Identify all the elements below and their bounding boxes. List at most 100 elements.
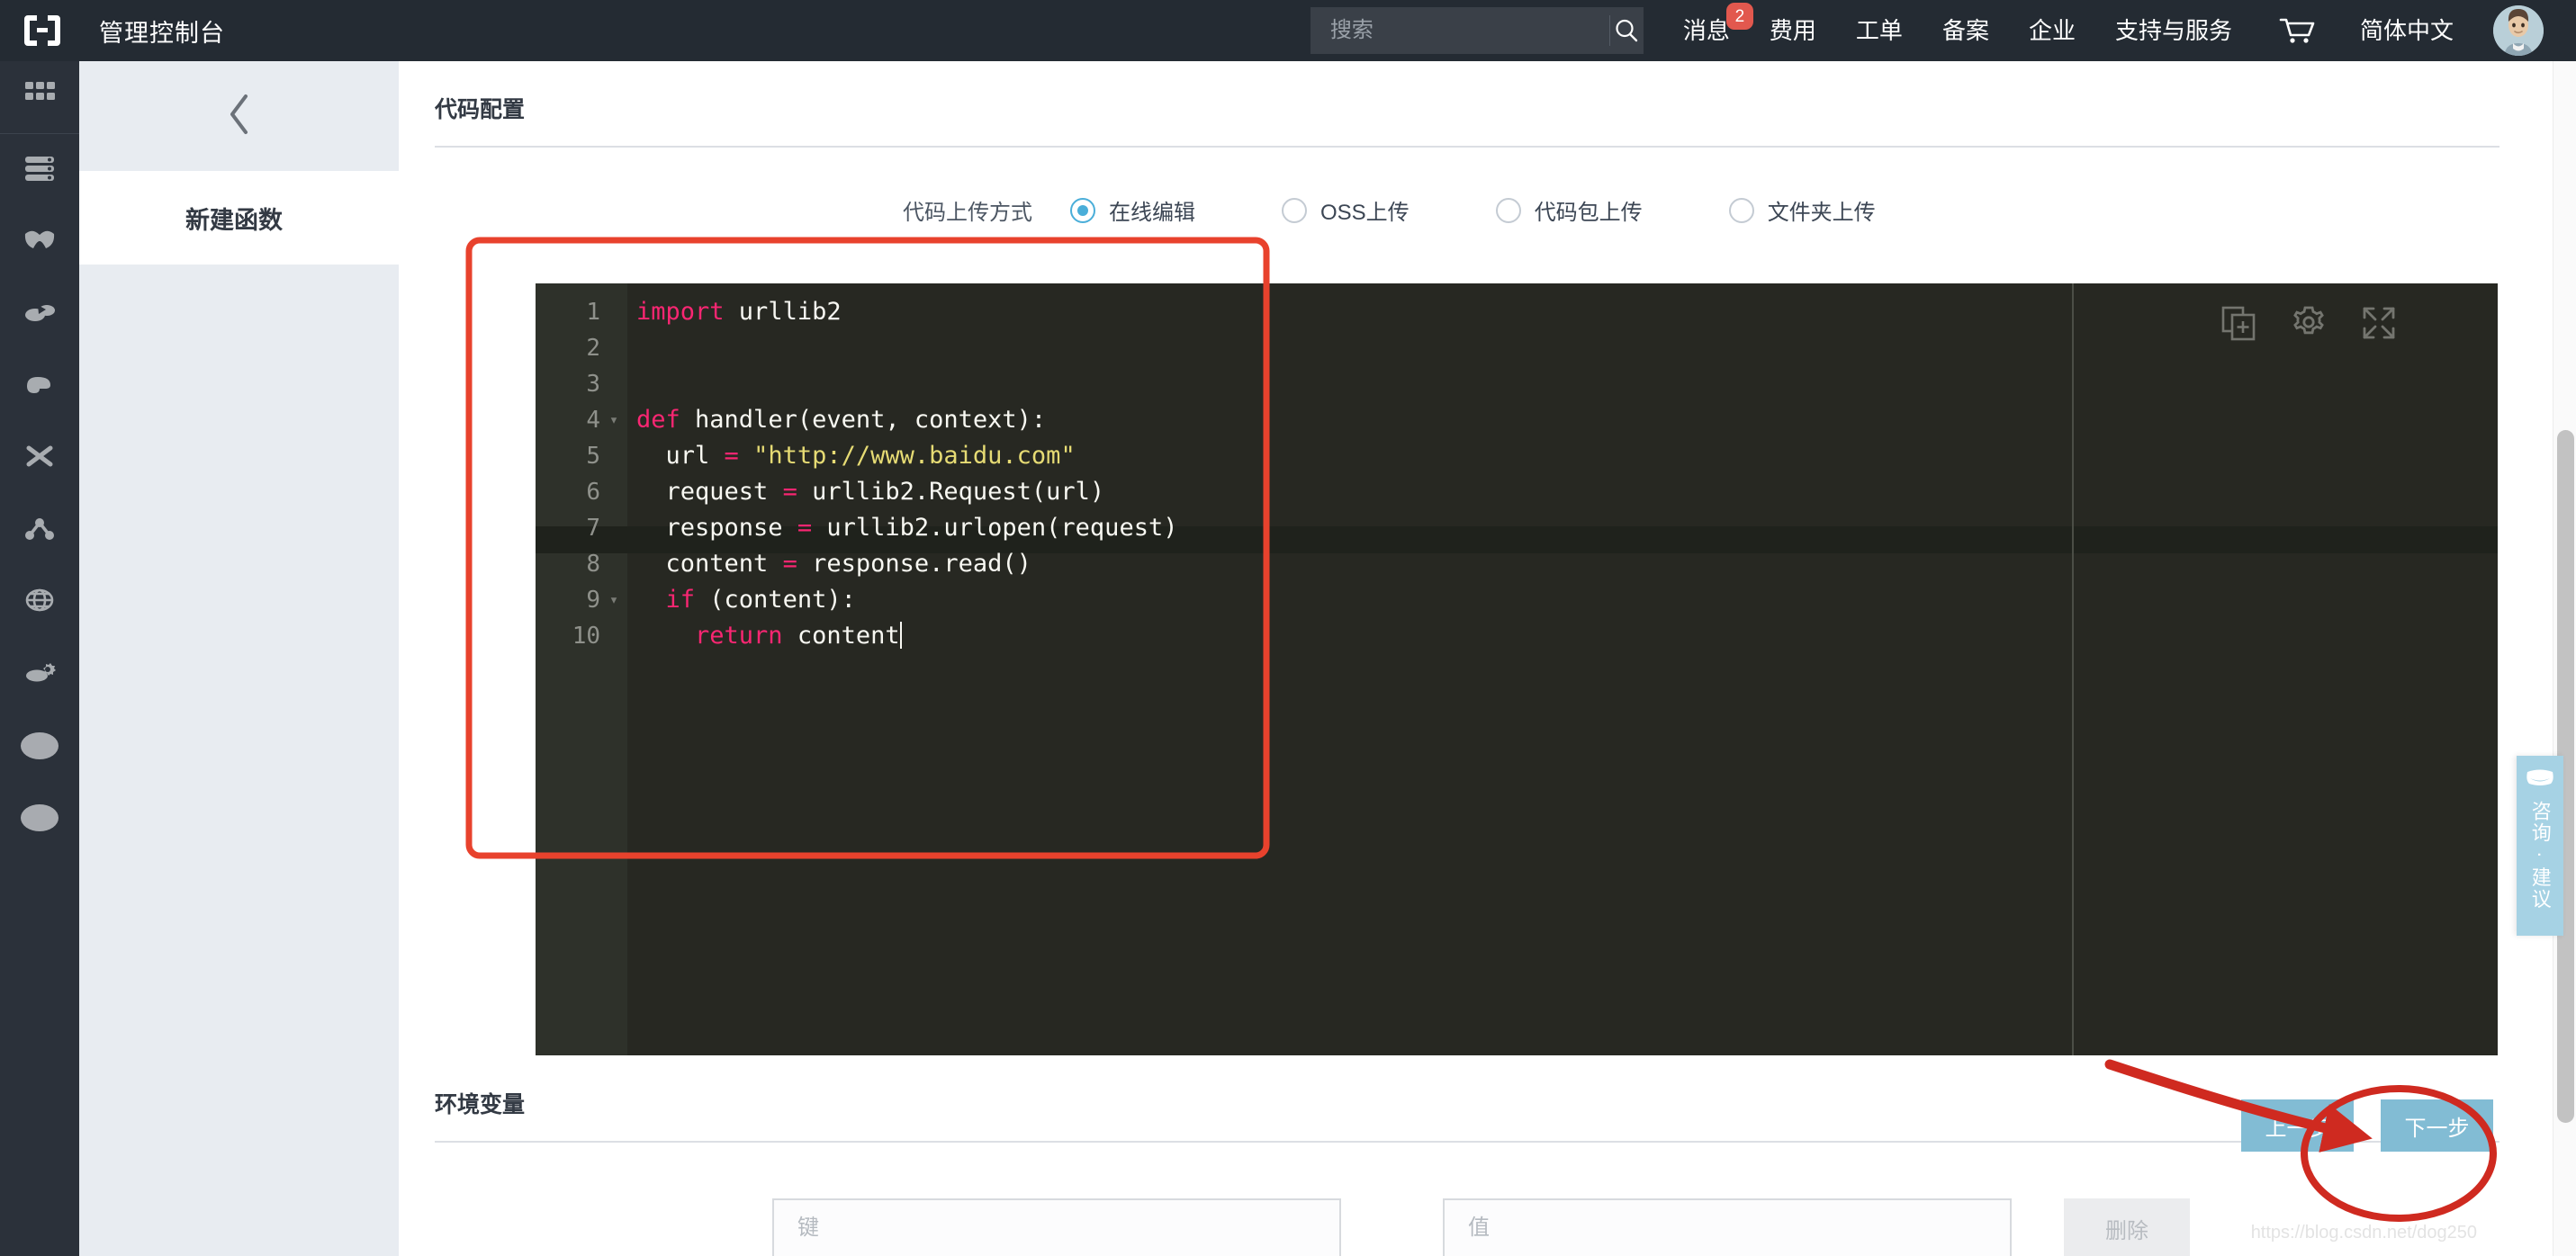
consult-suggestion-tab[interactable]: 咨询 · 建议	[2517, 756, 2563, 936]
global-search[interactable]	[1310, 7, 1644, 54]
gear-icon[interactable]	[2289, 303, 2328, 347]
page-title: 管理控制台	[99, 19, 225, 47]
code-line: 5 url = "http://www.baidu.com"	[536, 438, 2498, 474]
ellipse-icon	[21, 732, 59, 759]
code-text: if (content):	[665, 586, 856, 614]
radio-label: OSS上传	[1320, 201, 1410, 225]
watermark-text: https://blog.csdn.net/dog250	[2250, 1223, 2477, 1243]
code-text: content = response.read()	[636, 550, 1031, 578]
nav-item-messages[interactable]: 消息 2	[1682, 3, 1753, 44]
code-fold-toggle[interactable]: ▾	[608, 402, 620, 438]
line-number: 4	[586, 407, 600, 434]
left-icon-rail	[0, 61, 79, 1256]
page-scrollbar[interactable]	[2553, 61, 2576, 1256]
env-var-row: 删除	[399, 1198, 2576, 1256]
rail-item-nodes[interactable]	[0, 494, 79, 566]
message-count-badge: 2	[1725, 3, 1753, 30]
fullscreen-expand-icon[interactable]	[2359, 303, 2399, 347]
code-text: import urllib2	[636, 298, 842, 326]
globe-network-icon	[20, 582, 59, 623]
cloud-gear-icon	[20, 654, 59, 695]
radio-indicator	[1495, 197, 1521, 223]
user-avatar-icon[interactable]	[2493, 5, 2544, 56]
upload-method-radio-group: 代码上传方式 在线编辑 OSS上传 代码包上传 文件夹上传	[399, 194, 2576, 226]
code-fold-toggle[interactable]: ▾	[608, 582, 620, 618]
nav-item-billing[interactable]: 费用	[1770, 19, 1816, 42]
shopping-cart-icon[interactable]	[2279, 16, 2315, 45]
rail-item-network[interactable]	[0, 422, 79, 494]
code-text: response = urllib2.urlopen(request)	[636, 514, 1178, 542]
chat-bubble-icon	[2525, 767, 2555, 794]
delete-env-var-button[interactable]: 删除	[2064, 1198, 2190, 1256]
code-line: 1 import urllib2	[536, 294, 2498, 330]
rail-item-cloud-settings[interactable]	[0, 638, 79, 710]
line-number: 10	[572, 623, 600, 650]
line-number: 6	[586, 479, 600, 506]
nav-item-tickets[interactable]: 工单	[1856, 19, 1903, 42]
rail-item-all-products[interactable]	[0, 61, 79, 133]
language-selector[interactable]: 简体中文	[2360, 19, 2454, 42]
sidebar-section-title: 新建函数	[79, 171, 399, 265]
nav-item-enterprise[interactable]: 企业	[2029, 19, 2076, 42]
brackets-logo-icon[interactable]	[22, 10, 63, 51]
code-editor[interactable]: 1 import urllib2 2 3 4 ▾ def handler(event, co…	[536, 283, 2498, 1055]
search-input[interactable]	[1310, 18, 1609, 43]
nodes-graph-icon	[20, 510, 59, 551]
consult-tab-label: 咨询 · 建议	[2528, 800, 2552, 911]
server-stack-icon	[20, 150, 59, 191]
code-text: request = urllib2.Request(url)	[636, 478, 1105, 506]
database-icon	[20, 366, 59, 407]
wizard-step-buttons: 上一步 下一步	[2241, 1099, 2493, 1152]
cloud-storage-icon	[20, 294, 59, 335]
code-text: url = "http://www.baidu.com"	[636, 442, 1076, 470]
code-text: return content	[695, 622, 902, 650]
search-icon[interactable]	[1610, 7, 1644, 54]
code-line: 3	[536, 366, 2498, 402]
code-line: 7 response = urllib2.urlopen(request)	[536, 510, 2498, 546]
line-number: 7	[586, 515, 600, 542]
grid-apps-icon	[21, 76, 59, 119]
code-text: def handler(event, context):	[636, 406, 1047, 434]
radio-oss-upload[interactable]: OSS上传	[1282, 194, 1410, 226]
radio-label: 代码包上传	[1534, 201, 1643, 225]
rail-item-servers[interactable]	[0, 134, 79, 206]
shield-security-icon	[20, 222, 59, 263]
editor-code-lines[interactable]: 1 import urllib2 2 3 4 ▾ def handler(event, co…	[536, 294, 2498, 654]
rail-item-security[interactable]	[0, 206, 79, 278]
nav-item-icp[interactable]: 备案	[1942, 19, 1989, 42]
radio-label: 在线编辑	[1109, 201, 1195, 225]
line-number: 5	[586, 443, 600, 470]
editor-toolbar	[2219, 303, 2399, 347]
env-value-input[interactable]	[1443, 1198, 2012, 1256]
rail-item-cloud-storage[interactable]	[0, 278, 79, 350]
line-number: 3	[586, 371, 600, 398]
line-number: 9	[586, 587, 600, 614]
code-config-rule	[435, 146, 2499, 148]
next-step-button[interactable]: 下一步	[2381, 1099, 2493, 1152]
radio-online-edit[interactable]: 在线编辑	[1070, 194, 1195, 226]
previous-step-button[interactable]: 上一步	[2241, 1099, 2354, 1152]
radio-indicator	[1282, 197, 1307, 223]
env-key-input[interactable]	[772, 1198, 1341, 1256]
radio-indicator	[1728, 197, 1754, 223]
nav-item-support[interactable]: 支持与服务	[2115, 19, 2232, 42]
new-file-icon[interactable]	[2219, 303, 2258, 347]
rail-item-database[interactable]	[0, 350, 79, 422]
line-number: 1	[586, 299, 600, 326]
sidebar-collapse-button[interactable]	[79, 61, 399, 171]
code-config-heading: 代码配置	[435, 97, 526, 122]
nav-label: 消息	[1682, 17, 1730, 44]
rail-item-global-network[interactable]	[0, 566, 79, 638]
radio-folder-upload[interactable]: 文件夹上传	[1728, 194, 1876, 226]
upload-method-label: 代码上传方式	[903, 201, 1032, 225]
line-number: 2	[586, 335, 600, 362]
chevron-left-icon	[223, 89, 256, 144]
rail-item-more-2[interactable]	[0, 782, 79, 854]
secondary-sidebar: 新建函数	[79, 61, 399, 1256]
code-line: 4 ▾ def handler(event, context):	[536, 402, 2498, 438]
radio-package-upload[interactable]: 代码包上传	[1495, 194, 1643, 226]
radio-indicator	[1070, 197, 1095, 223]
rail-item-more-1[interactable]	[0, 710, 79, 782]
main-content: 代码配置 代码上传方式 在线编辑 OSS上传 代码包上传 文件夹上传 1 imp…	[399, 61, 2576, 1256]
ellipse-icon	[21, 804, 59, 831]
